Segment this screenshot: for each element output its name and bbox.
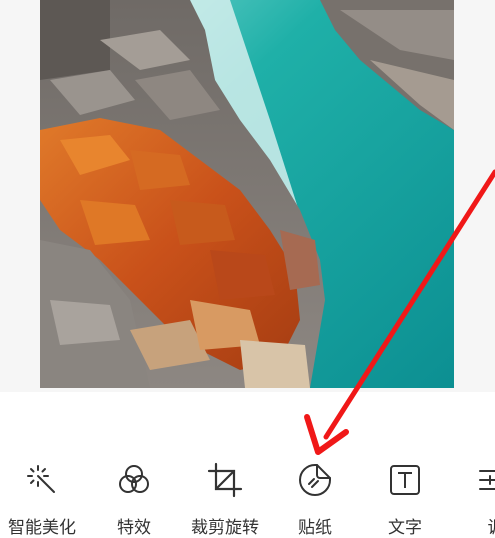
text-box-icon [390,465,420,495]
edited-photo [40,0,454,388]
tool-label: 贴纸 [298,518,332,538]
tool-effects[interactable]: 特效 [86,462,182,538]
crop-rotate-icon [207,462,243,498]
tool-label: 调 [448,518,495,538]
photo-canvas [0,0,495,392]
magic-wand-icon [27,465,55,493]
tool-label: 智能美化 [8,518,76,538]
edit-toolbar: 智能美化 特效 裁剪旋转 贴纸 文字 [0,392,495,538]
adjust-sliders-icon [479,470,495,490]
tool-label: 文字 [388,518,422,538]
tool-adjust[interactable]: 调 [448,462,495,538]
tool-label: 裁剪旋转 [191,518,259,538]
sticker-icon [299,464,331,496]
tool-text[interactable]: 文字 [357,462,453,538]
photo-basalt-canyon [40,0,454,388]
tool-smart-beautify[interactable]: 智能美化 [0,462,90,538]
tool-label: 特效 [117,518,151,538]
effects-circles-icon [119,465,149,493]
tool-sticker[interactable]: 贴纸 [267,462,363,538]
tool-crop-rotate[interactable]: 裁剪旋转 [177,462,273,538]
